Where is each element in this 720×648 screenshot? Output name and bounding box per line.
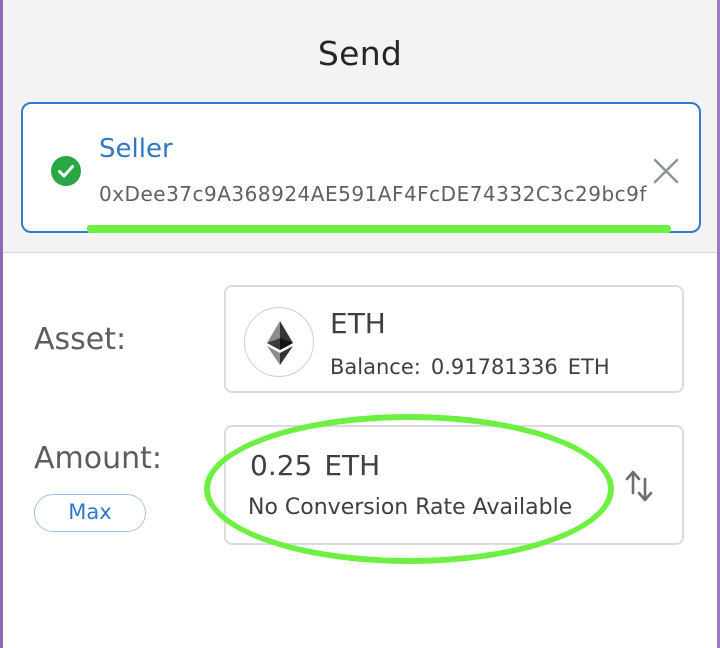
amount-label: Amount: bbox=[34, 441, 162, 476]
checkmark-icon bbox=[51, 156, 81, 186]
amount-display: 0.25 ETH bbox=[250, 449, 380, 482]
page-title: Send bbox=[317, 34, 403, 73]
conversion-rate-text: No Conversion Rate Available bbox=[248, 495, 573, 520]
balance-label: Balance: bbox=[330, 355, 421, 379]
recipient-card[interactable]: Seller 0xDee37c9A368924AE591AF4FcDE74332… bbox=[21, 102, 701, 233]
asset-symbol: ETH bbox=[330, 307, 386, 340]
close-icon[interactable] bbox=[651, 156, 681, 186]
asset-label: Asset: bbox=[34, 322, 127, 357]
asset-balance: Balance: 0.91781336 ETH bbox=[330, 355, 610, 379]
recipient-address: 0xDee37c9A368924AE591AF4FcDE74332C3c29bc… bbox=[99, 182, 647, 206]
ethereum-icon bbox=[244, 307, 314, 377]
amount-value: 0.25 bbox=[250, 449, 313, 482]
max-button[interactable]: Max bbox=[34, 494, 146, 532]
amount-unit: ETH bbox=[324, 449, 381, 482]
balance-value: 0.91781336 bbox=[430, 355, 558, 379]
amount-input[interactable]: 0.25 ETH No Conversion Rate Available bbox=[224, 425, 684, 545]
balance-unit: ETH bbox=[567, 355, 610, 379]
swap-arrows-icon[interactable] bbox=[624, 467, 654, 505]
recipient-name: Seller bbox=[99, 134, 173, 164]
send-header: Send Seller 0xDee37c9A368924AE591AF4FcDE… bbox=[3, 0, 717, 253]
asset-selector[interactable]: ETH Balance: 0.91781336 ETH bbox=[224, 285, 684, 393]
highlight-underline bbox=[87, 225, 671, 233]
